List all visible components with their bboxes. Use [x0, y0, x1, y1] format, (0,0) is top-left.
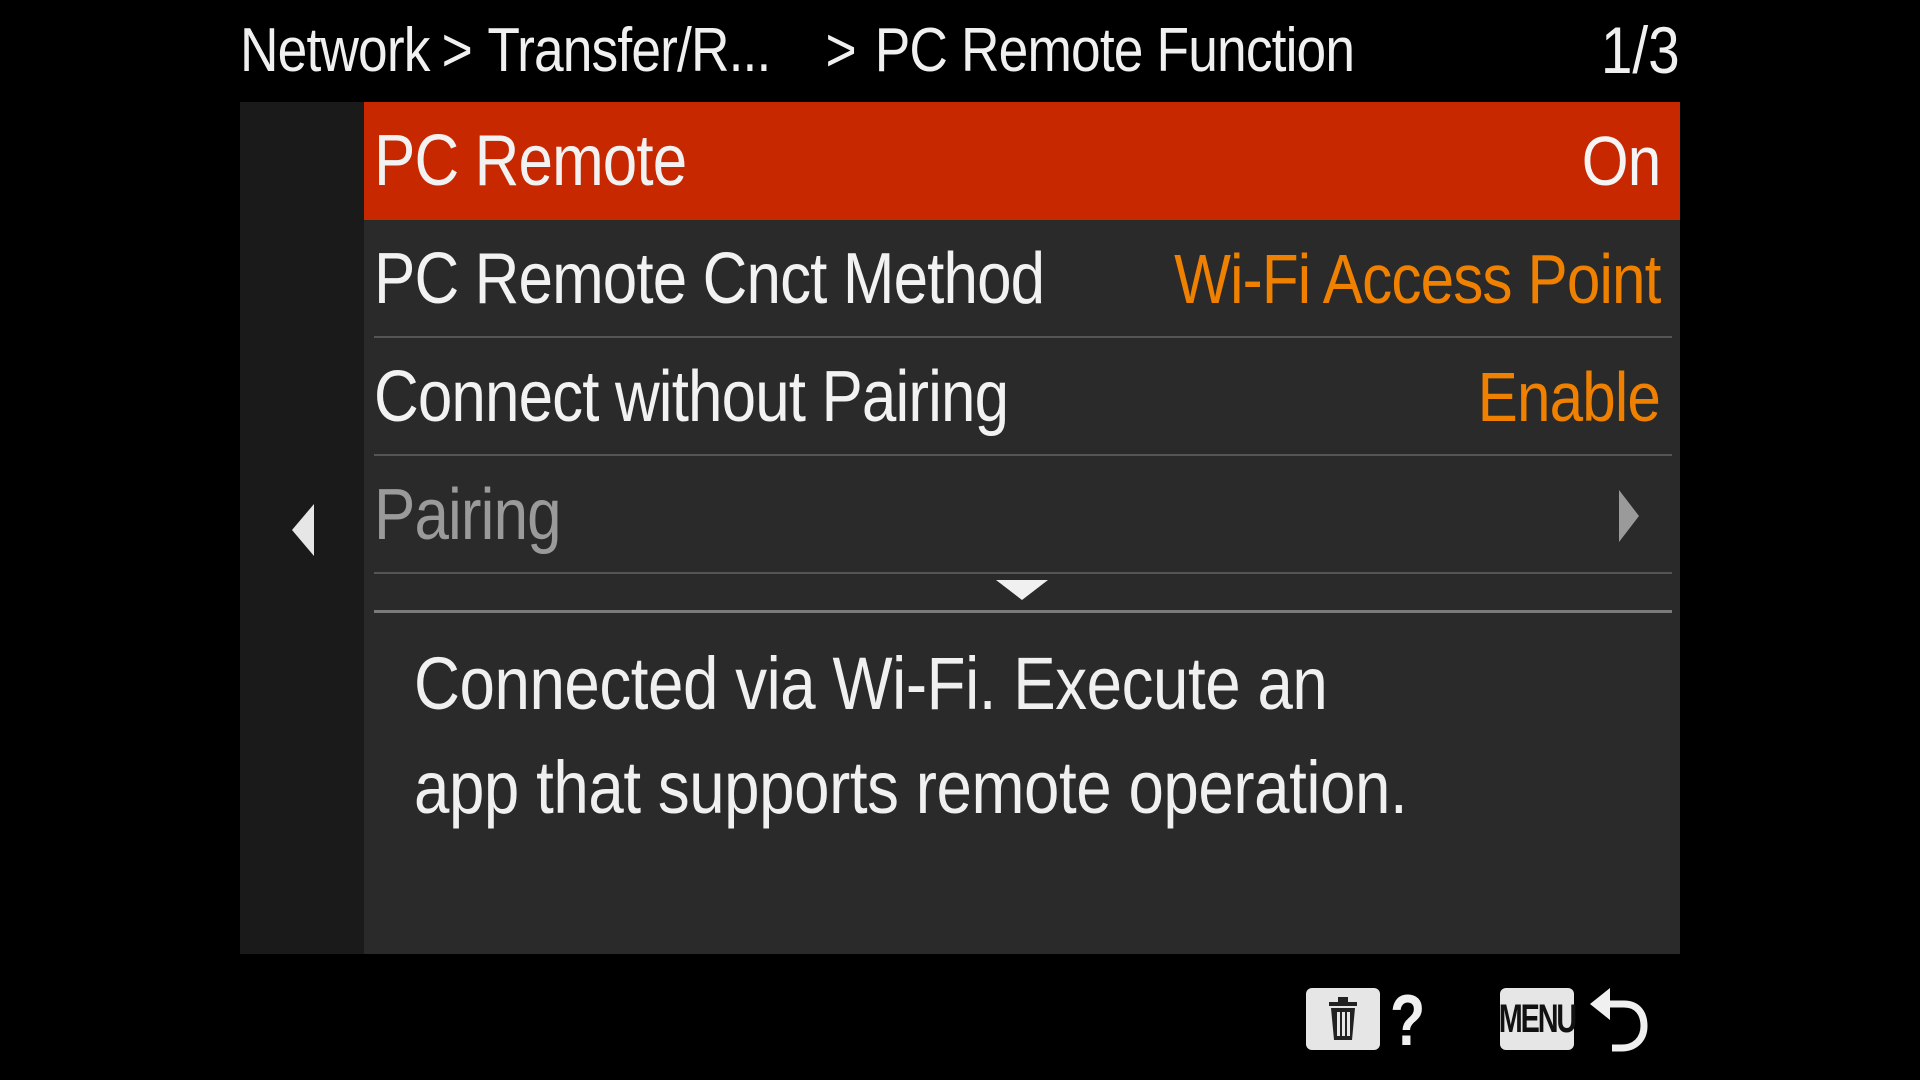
chevron-right-icon: [1619, 490, 1639, 542]
menu-item-value: On: [1581, 122, 1660, 200]
page-title: PC Remote Function: [874, 15, 1355, 85]
menu-item-value: Enable: [1477, 358, 1661, 436]
breadcrumb-transfer[interactable]: Transfer/R...: [487, 15, 771, 86]
menu-button[interactable]: MENU: [1498, 988, 1577, 1050]
menu-item-connect-without-pairing[interactable]: Connect without Pairing Enable: [364, 338, 1680, 456]
help-description: Connected via Wi-Fi. Execute an app that…: [414, 632, 1618, 840]
trash-icon: [1329, 997, 1357, 1040]
delete-button[interactable]: [1306, 988, 1380, 1050]
menu-list: PC Remote On PC Remote Cnct Method Wi-Fi…: [364, 102, 1680, 954]
menu-item-value: Wi-Fi Access Point: [1173, 240, 1661, 318]
menu-item-label: PC Remote Cnct Method: [374, 239, 1045, 319]
triangle-left-icon[interactable]: [288, 500, 318, 560]
triangle-down-icon[interactable]: [994, 578, 1050, 604]
breadcrumb-network[interactable]: Network: [240, 15, 430, 86]
divider: [374, 572, 1672, 574]
menu-item-label: PC Remote: [374, 121, 687, 201]
breadcrumb-separator: >: [825, 15, 857, 85]
breadcrumb: Network > Transfer/R... > PC Remote Func…: [240, 0, 1478, 100]
breadcrumb-separator: >: [441, 15, 473, 85]
help-divider: [374, 610, 1672, 613]
menu-item-label: Pairing: [374, 475, 562, 555]
menu-panel: PC Remote On PC Remote Cnct Method Wi-Fi…: [240, 102, 1680, 954]
menu-item-pc-remote-cnct-method[interactable]: PC Remote Cnct Method Wi-Fi Access Point: [364, 220, 1680, 338]
help-line: Connected via Wi-Fi. Execute an: [414, 642, 1328, 725]
menu-item-label: Connect without Pairing: [374, 357, 1009, 437]
return-arrow-icon[interactable]: [1588, 982, 1648, 1054]
question-icon[interactable]: ?: [1390, 980, 1425, 1062]
menu-item-pairing[interactable]: Pairing: [364, 456, 1680, 574]
menu-item-pc-remote[interactable]: PC Remote On: [364, 102, 1680, 220]
menu-button-label: MENU: [1498, 996, 1577, 1041]
help-line: app that supports remote operation.: [414, 746, 1408, 829]
page-counter: 1/3: [1601, 13, 1680, 87]
